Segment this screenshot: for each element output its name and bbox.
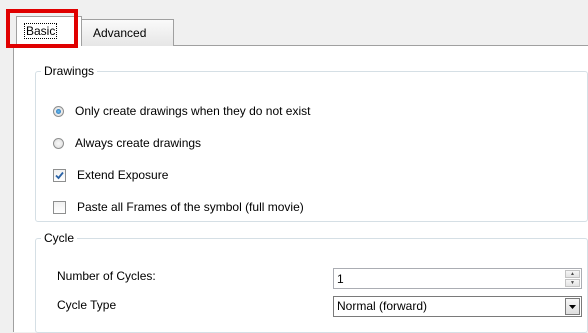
checkbox-paste-all-frames[interactable]: Paste all Frames of the symbol (full mov…	[53, 199, 304, 215]
spinner-down-icon[interactable]: ▼	[565, 279, 580, 287]
drawings-legend: Drawings	[44, 64, 95, 78]
number-of-cycles-spinner[interactable]: ▲ ▼	[333, 268, 582, 289]
checkbox-extend-exposure[interactable]: Extend Exposure	[53, 167, 168, 183]
spinner-buttons: ▲ ▼	[565, 270, 580, 287]
radio-unselected-icon[interactable]	[53, 137, 64, 149]
drawings-group: Drawings Only create drawings when they …	[35, 64, 588, 222]
cycle-group: Cycle Number of Cycles: ▲ ▼ Cycle Type N…	[35, 231, 588, 333]
number-of-cycles-label: Number of Cycles:	[57, 269, 156, 283]
highlight-box	[6, 9, 78, 48]
radio-selected-icon[interactable]	[53, 105, 64, 117]
checkbox-checked-icon[interactable]	[53, 168, 66, 182]
cycle-legend: Cycle	[44, 231, 75, 245]
number-of-cycles-input[interactable]	[334, 269, 565, 288]
checkbox-unchecked-icon[interactable]	[53, 200, 66, 214]
checkbox-extend-exposure-label: Extend Exposure	[77, 168, 169, 182]
radio-only-create-drawings[interactable]: Only create drawings when they do not ex…	[53, 103, 310, 119]
spinner-up-icon[interactable]: ▲	[565, 270, 580, 278]
dropdown-arrow-icon[interactable]	[565, 298, 580, 315]
tab-advanced[interactable]: Advanced	[80, 19, 174, 46]
radio-only-create-label: Only create drawings when they do not ex…	[75, 104, 311, 118]
checkbox-paste-all-frames-label: Paste all Frames of the symbol (full mov…	[77, 200, 304, 214]
tab-panel-basic: Drawings Only create drawings when they …	[13, 45, 588, 333]
cycle-type-label: Cycle Type	[57, 298, 117, 312]
tab-advanced-label: Advanced	[93, 26, 147, 40]
cycle-type-value: Normal (forward)	[337, 299, 428, 313]
tab-strip: Advanced Basic	[0, 0, 588, 48]
radio-always-create-drawings[interactable]: Always create drawings	[53, 135, 201, 151]
radio-always-create-label: Always create drawings	[75, 136, 202, 150]
cycle-type-select[interactable]: Normal (forward)	[333, 296, 582, 317]
